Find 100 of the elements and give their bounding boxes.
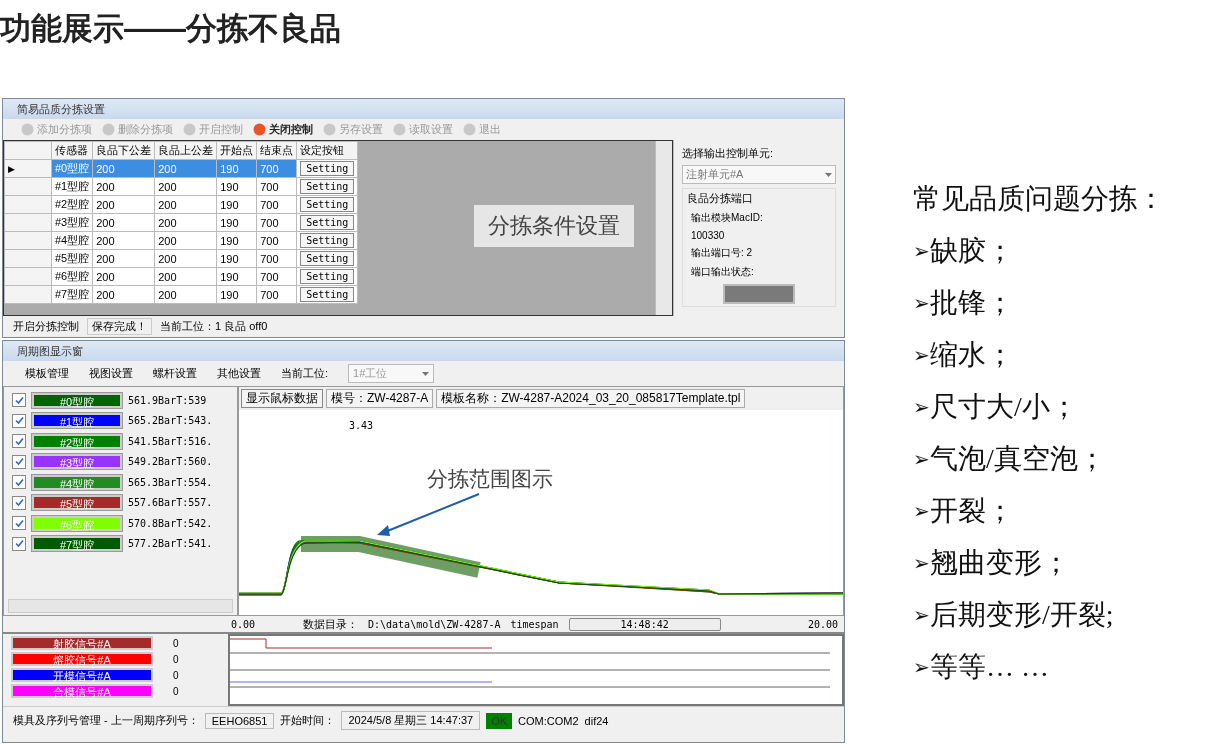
station-label: 当前工位: xyxy=(281,366,329,381)
column-header[interactable]: 设定按钮 xyxy=(296,141,358,160)
setting-button[interactable]: Setting xyxy=(300,287,355,302)
serial-value: EEHO6851 xyxy=(204,712,275,729)
table-cell: #2型腔 xyxy=(51,195,93,214)
cavity-button[interactable]: #3型腔 xyxy=(32,454,122,470)
menu-item[interactable]: 模板管理 xyxy=(25,366,69,381)
table-row[interactable]: #1型腔 200 200 190 700 Setting xyxy=(4,177,358,196)
bullet-icon: ➢ xyxy=(913,343,930,367)
column-header[interactable]: 良品上公差 xyxy=(154,141,217,160)
table-cell: 190 xyxy=(216,213,257,232)
cavity-reading: 565.3BarT:554. xyxy=(128,476,213,488)
cavity-reading: 549.2BarT:560. xyxy=(128,456,213,468)
checkbox[interactable] xyxy=(12,475,26,490)
signal-value: 0 xyxy=(173,669,179,681)
table-cell: 200 xyxy=(92,177,155,196)
menu-item[interactable]: 螺杆设置 xyxy=(153,366,197,381)
checkbox[interactable] xyxy=(12,495,26,510)
checkbox[interactable] xyxy=(12,516,26,531)
list-item: 翘曲变形； xyxy=(930,546,1070,580)
bullet-icon: ➢ xyxy=(913,447,930,471)
setting-button[interactable]: Setting xyxy=(300,269,355,284)
checkbox[interactable] xyxy=(12,413,26,428)
setting-button[interactable]: Setting xyxy=(300,215,355,230)
column-header[interactable]: 传感器 xyxy=(51,141,93,160)
setting-button[interactable]: Setting xyxy=(300,161,355,176)
cavity-reading: 570.8BarT:542. xyxy=(128,517,213,529)
table-row[interactable]: #4型腔 200 200 190 700 Setting xyxy=(4,231,358,250)
checkbox[interactable] xyxy=(12,393,26,408)
table-cell: #7型腔 xyxy=(51,285,93,304)
bullet-icon: ➢ xyxy=(913,551,930,575)
scrollbar[interactable] xyxy=(8,599,233,613)
table-cell: 200 xyxy=(92,249,155,268)
cavity-button[interactable]: #5型腔 xyxy=(32,495,122,511)
unit-dropdown[interactable]: 注射单元#A xyxy=(682,165,836,184)
checkbox[interactable] xyxy=(12,434,26,449)
axis-start: 0.00 xyxy=(231,618,257,630)
toolbar-icon xyxy=(102,123,115,136)
setting-button[interactable]: Setting xyxy=(300,179,355,194)
cavity-button[interactable]: #7型腔 xyxy=(32,536,122,552)
info-text: 模号：ZW-4287-A xyxy=(326,389,434,408)
mouse-data-button[interactable]: 显示鼠标数据 xyxy=(241,389,323,408)
table-cell: 200 xyxy=(154,285,217,304)
start-label: 开始时间： xyxy=(280,713,336,728)
table-cell: 200 xyxy=(154,177,217,196)
table-cell: #4型腔 xyxy=(51,231,93,250)
cavity-button[interactable]: #4型腔 xyxy=(32,474,122,490)
table-row[interactable]: #7型腔 200 200 190 700 Setting xyxy=(4,285,358,304)
setting-button[interactable]: Setting xyxy=(300,197,355,212)
overlay-caption: 分拣条件设置 xyxy=(474,205,634,247)
column-header[interactable]: 良品下公差 xyxy=(92,141,155,160)
signal-button[interactable]: 熔胶信号#A xyxy=(11,652,153,666)
table-cell: 200 xyxy=(154,231,217,250)
column-header[interactable]: 开始点 xyxy=(216,141,257,160)
table-cell: 190 xyxy=(216,195,257,214)
column-header[interactable]: 结束点 xyxy=(256,141,297,160)
window-title: 简易品质分拣设置 xyxy=(3,99,844,119)
table-cell: 700 xyxy=(256,195,297,214)
toolbar-button[interactable]: 关闭控制 xyxy=(253,122,313,137)
table-cell: 200 xyxy=(92,231,155,250)
scrollbar[interactable] xyxy=(655,141,672,315)
signal-button[interactable]: 射胶信号#A xyxy=(11,636,153,650)
time-display: 14:48:42 xyxy=(568,617,721,631)
table-row[interactable]: ▶ #0型腔 200 200 190 700 Setting xyxy=(4,159,358,178)
toolbar-icon xyxy=(21,123,34,136)
table-cell: #6型腔 xyxy=(51,267,93,286)
checkbox[interactable] xyxy=(12,536,26,551)
table-cell: 200 xyxy=(154,195,217,214)
cavity-button[interactable]: #2型腔 xyxy=(32,433,122,449)
table-cell: 200 xyxy=(154,249,217,268)
toolbar-icon xyxy=(463,123,476,136)
cavity-button[interactable]: #1型腔 xyxy=(32,413,122,429)
setting-button[interactable]: Setting xyxy=(300,233,355,248)
table-cell: 190 xyxy=(216,231,257,250)
cavity-reading: 541.5BarT:516. xyxy=(128,435,213,447)
table-row[interactable]: #5型腔 200 200 190 700 Setting xyxy=(4,249,358,268)
signal-value: 0 xyxy=(173,685,179,697)
list-item: 气泡/真空泡； xyxy=(930,442,1106,476)
port-label: 输出端口号: 2 xyxy=(691,246,754,260)
cavity-button[interactable]: #0型腔 xyxy=(32,392,122,408)
table-row[interactable]: #2型腔 200 200 190 700 Setting xyxy=(4,195,358,214)
table-row[interactable]: #6型腔 200 200 190 700 Setting xyxy=(4,267,358,286)
dir-label: 数据目录： xyxy=(303,616,358,632)
cavity-reading: 577.2BarT:541. xyxy=(128,538,213,550)
bullet-icon: ➢ xyxy=(913,395,930,419)
setting-button[interactable]: Setting xyxy=(300,251,355,266)
signal-button[interactable]: 开模信号#A xyxy=(11,668,153,682)
list-item: 批锋； xyxy=(930,286,1014,320)
annotation-text: 分拣范围图示 xyxy=(427,466,553,492)
table-row[interactable]: #3型腔 200 200 190 700 Setting xyxy=(4,213,358,232)
list-heading: 常见品质问题分拣： xyxy=(913,182,1165,216)
bullet-icon: ➢ xyxy=(913,499,930,523)
menu-item[interactable]: 其他设置 xyxy=(217,366,261,381)
table-cell: 200 xyxy=(92,195,155,214)
code-text: dif24 xyxy=(584,714,609,727)
table-cell: 200 xyxy=(92,213,155,232)
table-cell: 700 xyxy=(256,177,297,196)
menu-item[interactable]: 视图设置 xyxy=(89,366,133,381)
checkbox[interactable] xyxy=(12,454,26,469)
panel-heading: 选择输出控制单元: xyxy=(682,146,775,161)
